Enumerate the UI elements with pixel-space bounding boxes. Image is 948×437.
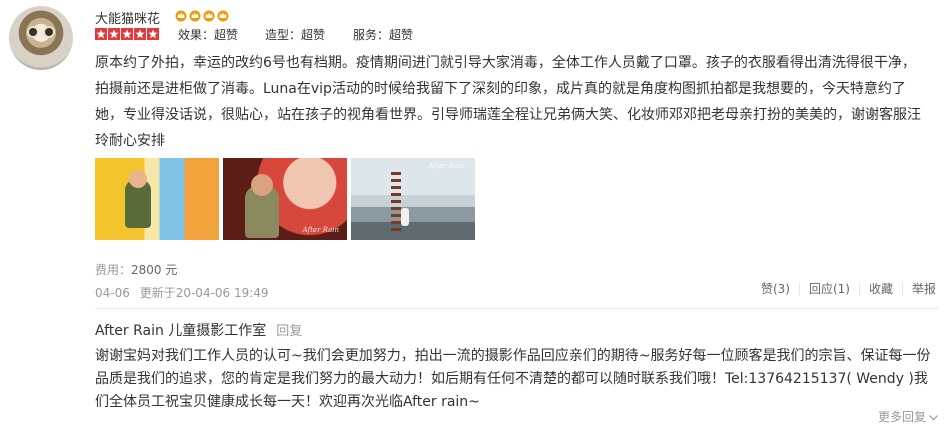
- review-photo[interactable]: After Rain: [351, 158, 475, 240]
- fee-value: 2800 元: [131, 263, 178, 277]
- favorite-button[interactable]: 收藏: [858, 283, 902, 296]
- fee-label: 费用：: [95, 263, 132, 277]
- score-service: 服务：超赞: [353, 28, 414, 42]
- chevron-down-icon: [929, 410, 938, 424]
- merchant-reply-header: After Rain 儿童摄影工作室 回复: [95, 320, 302, 340]
- fee-info: 费用：2800 元: [95, 261, 177, 278]
- avatar[interactable]: [9, 6, 73, 70]
- review-photo[interactable]: [95, 158, 219, 240]
- report-button[interactable]: 举报: [901, 283, 936, 296]
- star-icon: [134, 28, 146, 40]
- crown-icon: [175, 9, 187, 22]
- crown-icon: [203, 9, 215, 22]
- score-effect: 效果：超赞: [178, 28, 239, 42]
- reply-button[interactable]: 回应(1): [798, 283, 859, 296]
- review-text: 原本约了外拍，幸运的改约6号也有档期。疫情期间进门就引导大家消毒，全体工作人员戴…: [95, 55, 921, 149]
- review-meta: 04-06 更新于20-04-06 19:49: [95, 284, 269, 301]
- user-level-crowns: [175, 9, 229, 22]
- divider: [95, 308, 938, 309]
- score-styling: 造型：超赞: [265, 28, 326, 42]
- more-replies-button[interactable]: 更多回复: [878, 408, 938, 425]
- star-icon: [108, 28, 120, 40]
- user-name[interactable]: 大能猫咪花: [95, 8, 160, 27]
- avatar-eye-right: [43, 26, 55, 38]
- photo-watermark: After Rain: [302, 226, 339, 234]
- review-updated-time: 更新于20-04-06 19:49: [139, 286, 269, 300]
- merchant-reply-button[interactable]: 回复: [276, 324, 302, 339]
- star-icon: [147, 28, 159, 40]
- review-photo[interactable]: After Rain: [223, 158, 347, 240]
- star-icon: [121, 28, 133, 40]
- star-icon: [95, 28, 107, 40]
- merchant-reply-text: 谢谢宝妈对我们工作人员的认可~我们会更加努力，拍出一流的摄影作品回应亲们的期待~…: [95, 348, 931, 410]
- rating-stars: [95, 28, 159, 40]
- avatar-eye-left: [27, 26, 39, 38]
- review-photos: After Rain After Rain: [95, 158, 475, 240]
- photo-watermark: After Rain: [428, 162, 465, 170]
- crown-icon: [217, 9, 229, 22]
- review-date: 04-06: [95, 286, 130, 300]
- review-actions: 赞(3) 回应(1) 收藏 举报: [752, 283, 936, 296]
- merchant-name[interactable]: After Rain 儿童摄影工作室: [95, 323, 266, 339]
- like-button[interactable]: 赞(3): [752, 283, 799, 296]
- crown-icon: [189, 9, 201, 22]
- more-replies-label: 更多回复: [877, 410, 926, 424]
